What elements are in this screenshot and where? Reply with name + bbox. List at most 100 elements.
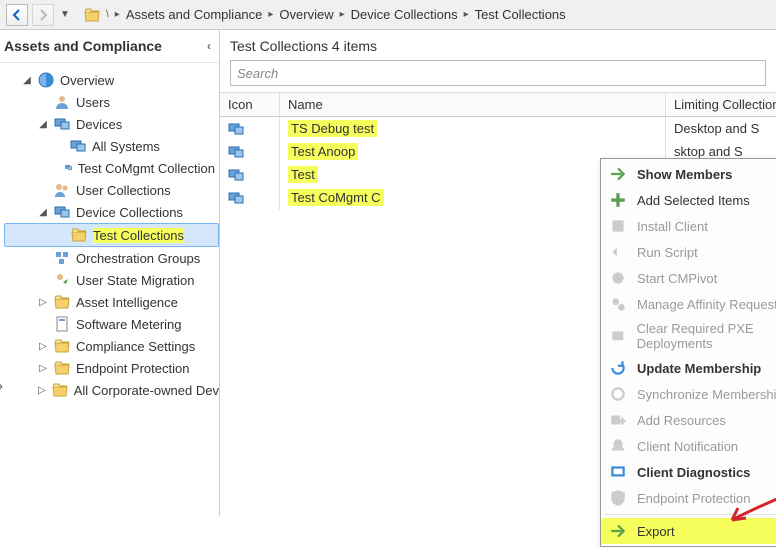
migration-icon bbox=[54, 272, 70, 288]
folder-icon bbox=[52, 382, 68, 398]
menu-client-notification[interactable]: Client Notification bbox=[601, 433, 776, 459]
menu-show-members[interactable]: Show Members bbox=[601, 161, 776, 187]
history-dropdown[interactable]: ▼ bbox=[58, 4, 72, 26]
menu-start-cmpivot[interactable]: Start CMPivot bbox=[601, 265, 776, 291]
tree-item-devices[interactable]: ◢ Devices bbox=[4, 113, 219, 135]
tree-label: Device Collections bbox=[76, 205, 183, 220]
sidebar-collapse-button[interactable]: ‹ bbox=[207, 39, 211, 53]
collapse-icon[interactable]: ◢ bbox=[38, 119, 48, 130]
devices-icon bbox=[54, 204, 70, 220]
column-name[interactable]: Name bbox=[280, 93, 666, 116]
tree-item-endpoint-protection[interactable]: ▷ Endpoint Protection bbox=[4, 357, 219, 379]
tree-item-asset-intelligence[interactable]: ▷ Asset Intelligence bbox=[4, 291, 219, 313]
clear-pxe-icon bbox=[609, 327, 627, 345]
export-icon bbox=[609, 522, 627, 540]
tree-label: Endpoint Protection bbox=[76, 361, 189, 376]
chevron-right-icon: ▸ bbox=[115, 9, 120, 20]
tree-item-corp-devices[interactable]: ▷ All Corporate-owned Devices bbox=[4, 379, 219, 401]
tree-label: Devices bbox=[76, 117, 122, 132]
menu-sync-membership[interactable]: Synchronize Membership bbox=[601, 381, 776, 407]
menu-clear-pxe[interactable]: Clear Required PXE Deployments bbox=[601, 317, 776, 355]
cell-name: TS Debug test bbox=[288, 120, 377, 137]
tree-item-software-metering[interactable]: Software Metering bbox=[4, 313, 219, 335]
breadcrumb-home-icon[interactable] bbox=[84, 7, 100, 23]
menu-label: Show Members bbox=[637, 167, 732, 182]
tree-scroll-indicator: » bbox=[0, 379, 3, 393]
menu-add-resources[interactable]: Add Resources bbox=[601, 407, 776, 433]
shield-icon bbox=[609, 489, 627, 507]
menu-add-selected[interactable]: Add Selected Items bbox=[601, 187, 776, 213]
nav-back-button[interactable] bbox=[6, 4, 28, 26]
tree-label: Overview bbox=[60, 73, 114, 88]
menu-label: Add Resources bbox=[637, 413, 726, 428]
folder-icon bbox=[71, 227, 87, 243]
tree-item-test-collections[interactable]: Test Collections bbox=[4, 223, 219, 247]
menu-label: Synchronize Membership bbox=[637, 387, 776, 402]
nav-tree: » ◢ Overview Users ◢ Devic bbox=[0, 63, 219, 516]
menu-label: Client Diagnostics bbox=[637, 465, 750, 480]
expand-icon[interactable]: ▷ bbox=[38, 363, 48, 374]
menu-run-script[interactable]: Run Script bbox=[601, 239, 776, 265]
tree-item-orchestration-groups[interactable]: Orchestration Groups bbox=[4, 247, 219, 269]
sync-icon bbox=[609, 385, 627, 403]
tree-label: User Collections bbox=[76, 183, 171, 198]
tree-label: Test CoMgmt Collection bbox=[78, 161, 215, 176]
menu-export[interactable]: Export bbox=[601, 518, 776, 544]
table-row[interactable]: TS Debug test Desktop and S bbox=[220, 117, 776, 140]
tree-item-overview[interactable]: ◢ Overview bbox=[4, 69, 219, 91]
breadcrumb-item[interactable]: Assets and Compliance bbox=[126, 7, 263, 22]
tree-item-device-collections[interactable]: ◢ Device Collections bbox=[4, 201, 219, 223]
tree-label: Asset Intelligence bbox=[76, 295, 178, 310]
tree-label: All Corporate-owned Devices bbox=[74, 383, 219, 398]
content-title: Test Collections 4 items bbox=[220, 30, 776, 58]
collapse-icon[interactable]: ◢ bbox=[38, 207, 48, 218]
tree-item-compliance-settings[interactable]: ▷ Compliance Settings bbox=[4, 335, 219, 357]
tree-item-user-collections[interactable]: User Collections bbox=[4, 179, 219, 201]
menu-label: Export bbox=[637, 524, 675, 539]
orchestration-icon bbox=[54, 250, 70, 266]
menu-update-membership[interactable]: Update Membership bbox=[601, 355, 776, 381]
menu-manage-affinity[interactable]: Manage Affinity Requests bbox=[601, 291, 776, 317]
menu-label: Start CMPivot bbox=[637, 271, 717, 286]
expand-icon[interactable]: ▷ bbox=[38, 385, 46, 396]
column-icon[interactable]: Icon bbox=[220, 93, 280, 116]
script-icon bbox=[609, 243, 627, 261]
menu-label: Clear Required PXE Deployments bbox=[637, 321, 776, 351]
diagnostics-icon bbox=[609, 463, 627, 481]
tree-item-users[interactable]: Users bbox=[4, 91, 219, 113]
column-limiting[interactable]: Limiting Collection bbox=[666, 93, 776, 116]
context-menu: Show Members Add Selected Items Install … bbox=[600, 158, 776, 547]
menu-install-client[interactable]: Install Client bbox=[601, 213, 776, 239]
folder-icon bbox=[54, 338, 70, 354]
toolbar: ▼ \ ▸ Assets and Compliance ▸ Overview ▸… bbox=[0, 0, 776, 30]
tree-label: Users bbox=[76, 95, 110, 110]
tree-label: Compliance Settings bbox=[76, 339, 195, 354]
search-input[interactable]: Search bbox=[230, 60, 766, 86]
show-members-icon bbox=[609, 165, 627, 183]
tree-item-test-comgmt[interactable]: Test CoMgmt Collection bbox=[4, 157, 219, 179]
devices-icon bbox=[70, 138, 86, 154]
expand-icon[interactable]: ▷ bbox=[38, 341, 48, 352]
main: Assets and Compliance ‹ » ◢ Overview Use… bbox=[0, 30, 776, 516]
menu-client-diagnostics[interactable]: Client Diagnostics bbox=[601, 459, 776, 485]
breadcrumb-item[interactable]: Test Collections bbox=[475, 7, 566, 22]
tree-label: Orchestration Groups bbox=[76, 251, 200, 266]
cell-limiting: sktop and S bbox=[674, 144, 743, 159]
chevron-right-icon: ▸ bbox=[464, 9, 469, 20]
tree-item-user-state-migration[interactable]: User State Migration bbox=[4, 269, 219, 291]
folder-icon bbox=[54, 294, 70, 310]
expand-icon[interactable]: ▷ bbox=[38, 297, 48, 308]
collapse-icon[interactable]: ◢ bbox=[22, 75, 32, 86]
user-icon bbox=[54, 94, 70, 110]
nav-forward-button[interactable] bbox=[32, 4, 54, 26]
tree-label: Software Metering bbox=[76, 317, 182, 332]
breadcrumb-item[interactable]: Device Collections bbox=[351, 7, 458, 22]
install-icon bbox=[609, 217, 627, 235]
menu-label: Install Client bbox=[637, 219, 708, 234]
breadcrumb-item[interactable]: Overview bbox=[279, 7, 333, 22]
collection-icon bbox=[228, 144, 244, 160]
add-icon bbox=[609, 191, 627, 209]
menu-label: Endpoint Protection bbox=[637, 491, 750, 506]
tree-item-all-systems[interactable]: All Systems bbox=[4, 135, 219, 157]
menu-endpoint-protection[interactable]: Endpoint Protection bbox=[601, 485, 776, 511]
